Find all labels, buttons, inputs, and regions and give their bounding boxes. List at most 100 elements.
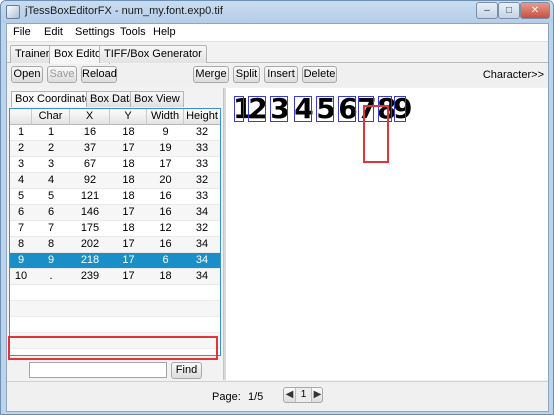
height-cell[interactable]: 34 [184,269,220,285]
row-index-cell[interactable]: 2 [10,141,32,157]
table-row[interactable]: 9 9 218 17 6 34 [10,253,220,269]
row-index-cell[interactable]: 6 [10,205,32,221]
height-cell[interactable]: 32 [184,125,220,141]
height-cell[interactable]: 34 [184,205,220,221]
row-index-cell[interactable]: 7 [10,221,32,237]
width-cell[interactable]: 16 [147,237,184,253]
width-cell[interactable]: 16 [147,189,184,205]
tab-trainer[interactable]: Trainer [10,45,55,63]
height-cell[interactable]: 33 [184,157,220,173]
row-index-cell[interactable]: 8 [10,237,32,253]
column-header-y[interactable]: Y [110,109,147,125]
merge-button[interactable]: Merge [193,66,229,83]
glyph-box[interactable] [270,96,288,122]
glyph-box[interactable] [378,96,392,122]
x-cell[interactable]: 239 [70,269,110,285]
char-cell[interactable]: 2 [32,141,70,157]
table-row[interactable]: 8 8 202 17 16 34 [10,237,220,253]
char-cell[interactable]: 4 [32,173,70,189]
char-cell[interactable]: 9 [32,253,70,269]
delete-button[interactable]: Delete [302,66,337,83]
x-cell[interactable]: 37 [70,141,110,157]
height-cell[interactable]: 33 [184,141,220,157]
x-cell[interactable]: 175 [70,221,110,237]
save-button[interactable]: Save [47,66,77,83]
width-cell[interactable]: 9 [147,125,184,141]
split-button[interactable]: Split [233,66,260,83]
x-cell[interactable]: 67 [70,157,110,173]
char-cell[interactable]: . [32,269,70,285]
char-cell[interactable]: 1 [32,125,70,141]
y-cell[interactable]: 17 [110,141,147,157]
table-row[interactable]: 1 1 16 18 9 32 [10,125,220,141]
character-toggle[interactable]: Character>> [483,69,544,81]
width-cell[interactable]: 19 [147,141,184,157]
glyph-box[interactable] [394,96,406,122]
open-button[interactable]: Open [11,66,43,83]
y-cell[interactable]: 17 [110,269,147,285]
table-row[interactable]: 3 3 67 18 17 33 [10,157,220,173]
image-canvas[interactable]: 123456789 [226,88,548,380]
glyph-box[interactable] [248,96,266,122]
height-cell[interactable]: 33 [184,189,220,205]
x-cell[interactable]: 16 [70,125,110,141]
page-number[interactable]: 1 [296,388,312,402]
close-button[interactable]: ✕ [520,2,550,19]
x-cell[interactable]: 121 [70,189,110,205]
width-cell[interactable]: 17 [147,157,184,173]
find-button[interactable]: Find [171,362,202,379]
row-index-cell[interactable]: 10 [10,269,32,285]
reload-button[interactable]: Reload [81,66,117,83]
column-header-char[interactable]: Char [32,109,70,125]
menu-tools[interactable]: Tools [120,26,146,38]
row-index-cell[interactable]: 3 [10,157,32,173]
column-header-x[interactable]: X [70,109,110,125]
width-cell[interactable]: 12 [147,221,184,237]
y-cell[interactable]: 18 [110,157,147,173]
y-cell[interactable]: 17 [110,253,147,269]
insert-button[interactable]: Insert [264,66,298,83]
menu-edit[interactable]: Edit [44,26,63,38]
height-cell[interactable]: 32 [184,221,220,237]
char-cell[interactable]: 5 [32,189,70,205]
x-cell[interactable]: 202 [70,237,110,253]
width-cell[interactable]: 20 [147,173,184,189]
table-row[interactable]: 4 4 92 18 20 32 [10,173,220,189]
column-header-index[interactable] [10,109,32,125]
menu-file[interactable]: File [13,26,31,38]
row-index-cell[interactable]: 9 [10,253,32,269]
height-cell[interactable]: 32 [184,173,220,189]
table-row[interactable]: 2 2 37 17 19 33 [10,141,220,157]
table-row[interactable]: 6 6 146 17 16 34 [10,205,220,221]
column-header-width[interactable]: Width [147,109,184,125]
height-cell[interactable]: 34 [184,253,220,269]
y-cell[interactable]: 18 [110,189,147,205]
x-cell[interactable]: 218 [70,253,110,269]
table-row[interactable]: 10. 239 17 18 34 [10,269,220,285]
y-cell[interactable]: 17 [110,237,147,253]
tab-tiff-box-generator[interactable]: TIFF/Box Generator [99,45,207,63]
row-index-cell[interactable]: 4 [10,173,32,189]
tab-box-view[interactable]: Box View [130,91,184,107]
char-cell[interactable]: 6 [32,205,70,221]
glyph-box[interactable] [316,96,334,122]
y-cell[interactable]: 18 [110,173,147,189]
previous-page-button[interactable]: ◀ [284,388,296,402]
minimize-button[interactable]: – [476,2,498,19]
y-cell[interactable]: 17 [110,205,147,221]
find-input[interactable] [29,362,167,378]
x-cell[interactable]: 146 [70,205,110,221]
width-cell[interactable]: 16 [147,205,184,221]
column-header-height[interactable]: Height [184,109,220,125]
next-page-button[interactable]: ▶ [312,388,323,402]
glyph-box[interactable] [294,96,312,122]
y-cell[interactable]: 18 [110,221,147,237]
maximize-button[interactable]: □ [498,2,520,19]
table-row[interactable]: 5 5 121 18 16 33 [10,189,220,205]
row-index-cell[interactable]: 5 [10,189,32,205]
row-index-cell[interactable]: 1 [10,125,32,141]
x-cell[interactable]: 92 [70,173,110,189]
width-cell[interactable]: 18 [147,269,184,285]
char-cell[interactable]: 8 [32,237,70,253]
glyph-box[interactable] [358,96,374,122]
